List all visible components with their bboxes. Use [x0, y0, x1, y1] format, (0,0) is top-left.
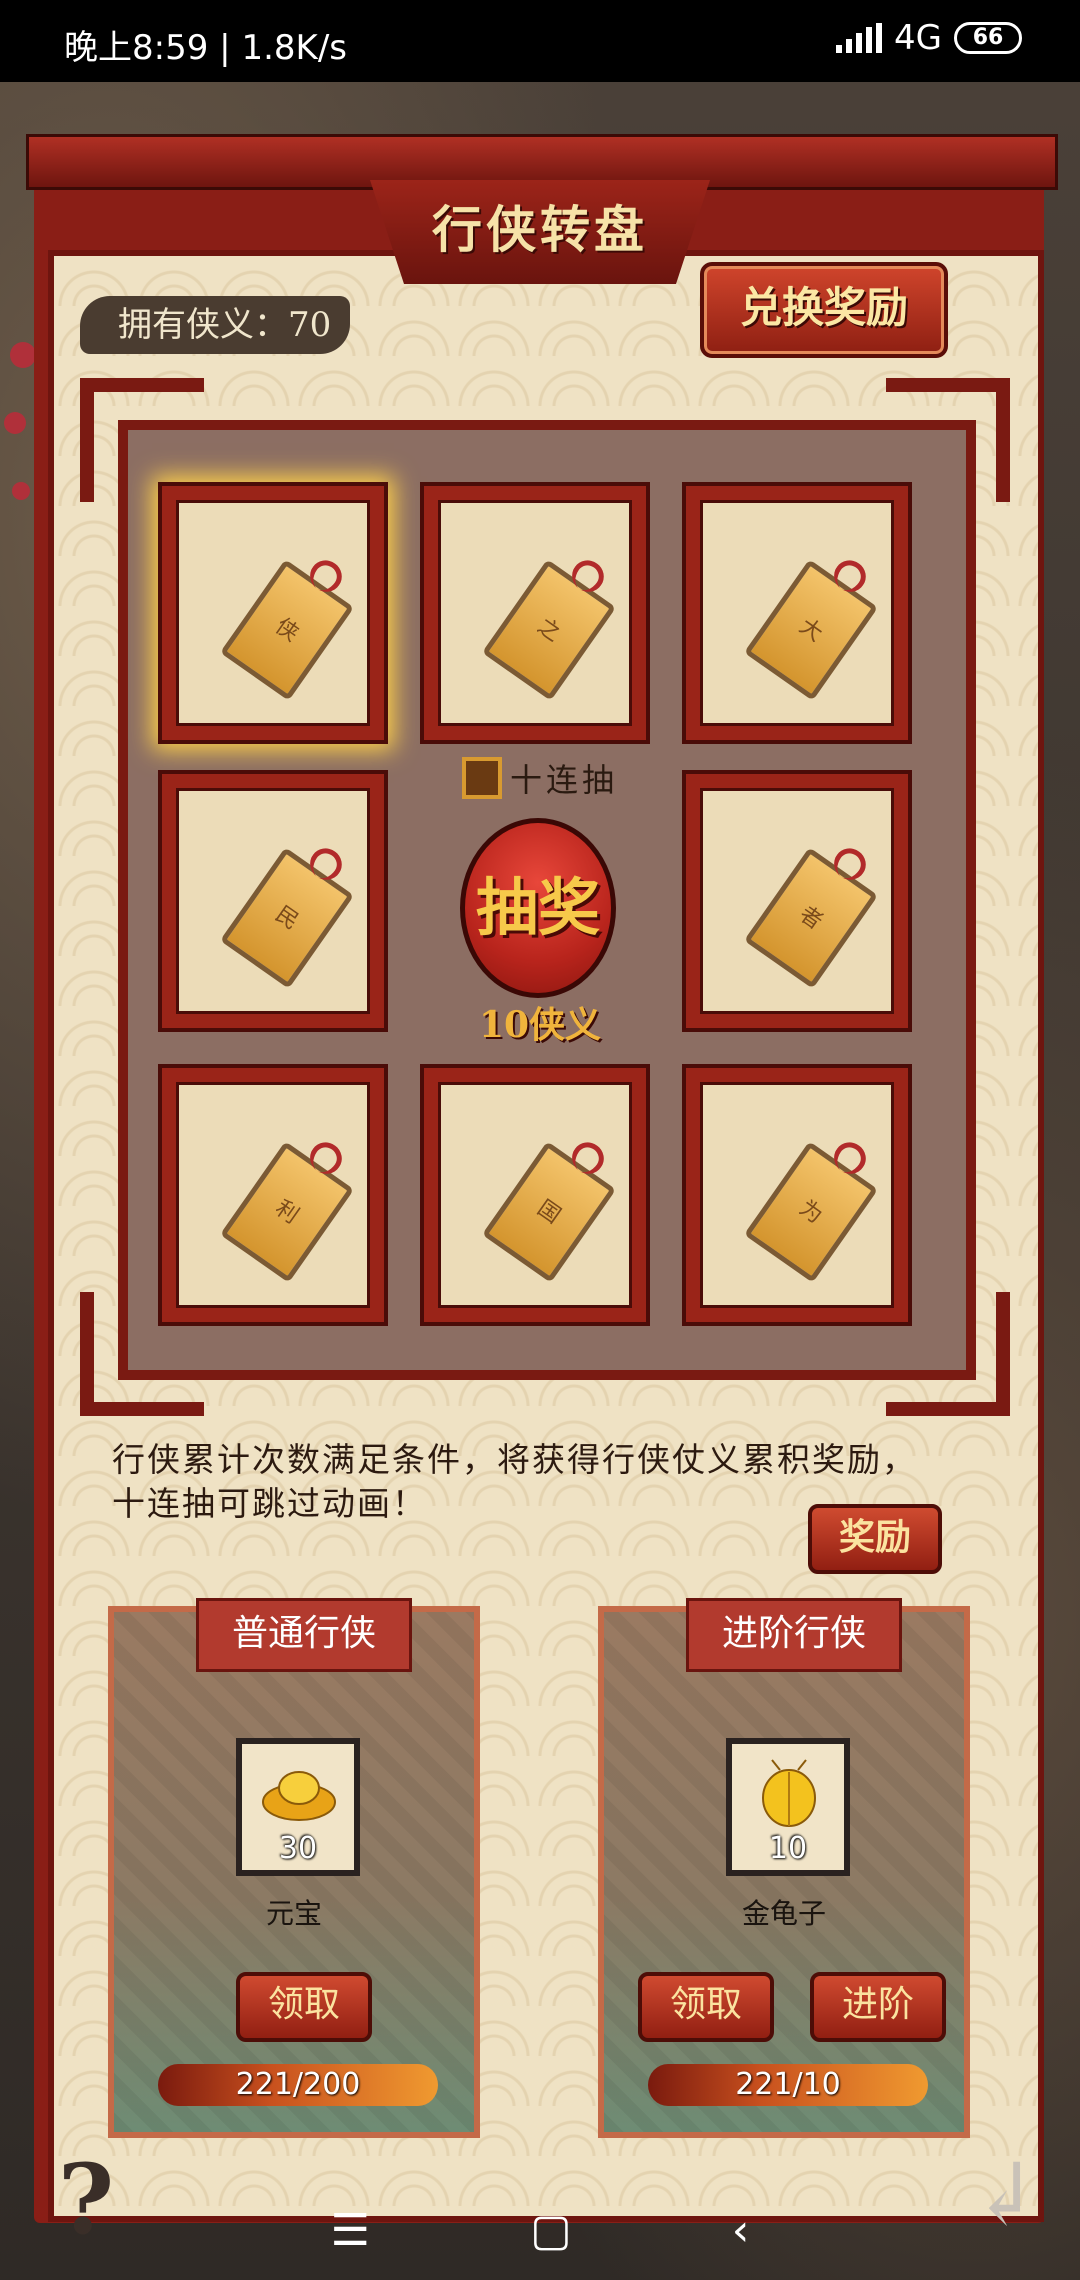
lottery-tile-8[interactable]: 为 [682, 1064, 912, 1326]
tile-frame: 之 [438, 500, 632, 726]
lottery-tile-1[interactable]: 侠 [158, 482, 388, 744]
token-tag-icon: 者 [743, 847, 879, 989]
back-icon[interactable]: ‹ [732, 2205, 750, 2256]
card-title: 进阶行侠 [686, 1598, 902, 1672]
lottery-tile-3[interactable]: 大 [682, 482, 912, 744]
item-count: 10 [768, 1831, 808, 1866]
reward-button[interactable]: 奖励 [808, 1504, 942, 1574]
lottery-tile-5[interactable]: 者 [682, 770, 912, 1032]
item-name: 金龟子 [741, 1897, 826, 1930]
advanced-xiaxing-card: 进阶行侠 10 金龟子 领取 进阶 221/10 [598, 1598, 970, 2138]
tile-frame: 民 [176, 788, 370, 1014]
status-bar: 晚上8:59 | 1.8K/s 4G 66 [0, 0, 1080, 82]
claim-button[interactable]: 领取 [638, 1972, 774, 2042]
status-speed: 1.8K/s [241, 28, 347, 68]
token-tag-icon: 国 [481, 1141, 617, 1283]
ten-draw-toggle[interactable]: 十连抽 [462, 755, 618, 801]
item-slot[interactable]: 10 [726, 1738, 850, 1876]
yuanbao-icon [262, 1771, 336, 1821]
status-right: 4G 66 [836, 18, 1022, 58]
exchange-reward-button[interactable]: 兑换奖励 [700, 262, 948, 358]
token-tag-icon: 大 [743, 559, 879, 701]
token-tag-icon: 之 [481, 559, 617, 701]
tile-frame: 侠 [176, 500, 370, 726]
ten-draw-label: 十连抽 [510, 761, 619, 799]
card-title: 普通行侠 [196, 1598, 412, 1672]
system-nav-bar: ☰ ▢ ‹ [0, 2180, 1080, 2280]
status-separator: | [219, 28, 231, 68]
draw-button[interactable]: 抽奖 [460, 818, 616, 998]
token-tag-icon: 利 [219, 1141, 355, 1283]
battery-icon: 66 [954, 22, 1022, 54]
progress-bar: 221/10 [648, 2064, 928, 2106]
lottery-tile-6[interactable]: 利 [158, 1064, 388, 1326]
tile-frame: 者 [700, 788, 894, 1014]
tile-frame: 为 [700, 1082, 894, 1308]
claim-button[interactable]: 领取 [236, 1972, 372, 2042]
item-count: 30 [278, 1831, 318, 1866]
owned-xiayi-label: 拥有侠义：70 [80, 296, 350, 354]
menu-icon[interactable]: ☰ [331, 2205, 370, 2256]
golden-beetle-icon [762, 1759, 816, 1827]
item-slot[interactable]: 30 [236, 1738, 360, 1876]
token-tag-icon: 侠 [219, 559, 355, 701]
signal-icon [836, 23, 883, 53]
tile-frame: 利 [176, 1082, 370, 1308]
status-time: 晚上8:59 [64, 28, 209, 68]
status-left: 晚上8:59 | 1.8K/s [64, 20, 347, 69]
lottery-tile-7[interactable]: 国 [420, 1064, 650, 1326]
token-tag-icon: 为 [743, 1141, 879, 1283]
progress-bar: 221/200 [158, 2064, 438, 2106]
item-name: 元宝 [265, 1897, 322, 1930]
ten-draw-checkbox[interactable] [462, 757, 502, 799]
normal-xiaxing-card: 普通行侠 30 元宝 领取 221/200 [108, 1598, 480, 2138]
tile-frame: 国 [438, 1082, 632, 1308]
tile-frame: 大 [700, 500, 894, 726]
lottery-tile-4[interactable]: 民 [158, 770, 388, 1032]
token-tag-icon: 民 [219, 847, 355, 989]
advance-button[interactable]: 进阶 [810, 1972, 946, 2042]
page-title: 行侠转盘 [370, 180, 710, 284]
rule-line-1: 行侠累计次数满足条件，将获得行侠仗义累积奖励， [112, 1440, 917, 1479]
network-type: 4G [894, 18, 942, 58]
lottery-tile-2[interactable]: 之 [420, 482, 650, 744]
draw-cost: 10侠义 [478, 1004, 602, 1046]
home-icon[interactable]: ▢ [530, 2205, 572, 2256]
